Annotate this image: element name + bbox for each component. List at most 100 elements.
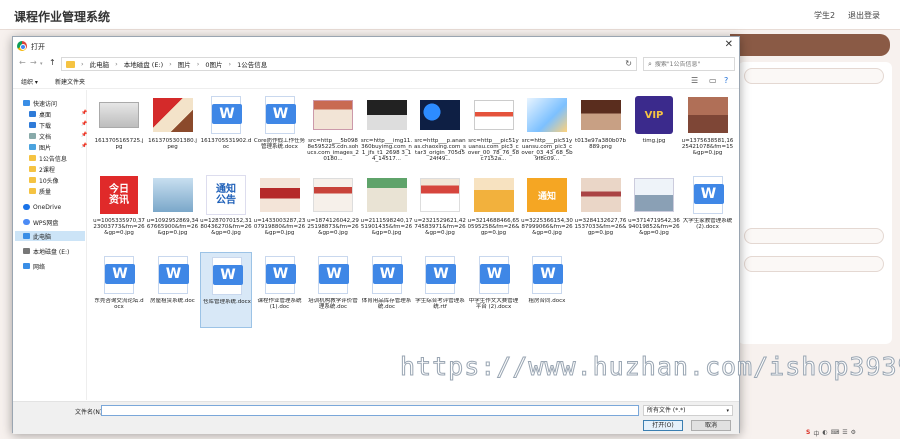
file-item[interactable]: 1613705301380.jpeg <box>147 92 199 168</box>
file-name: u=3714719542,3694019852&fm=26&gp=0.jpg <box>628 218 680 237</box>
sidebar-item-folder[interactable]: 2课程 <box>29 164 55 174</box>
sidebar-item-local-disk[interactable]: 本地磁盘 (E:) <box>23 246 69 256</box>
sidebar-item-wps[interactable]: WPS网盘 <box>23 217 58 227</box>
file-name: 1613705165725.jpg <box>94 138 144 151</box>
breadcrumb-item[interactable]: 0图片 <box>205 59 222 69</box>
folder-icon <box>29 155 36 161</box>
breadcrumb-item[interactable]: 此电脑 <box>90 59 110 69</box>
address-bar[interactable]: › 此电脑 › 本地磁盘 (E:) › 图片 › 0图片 › 1公告信息 ↻ <box>61 57 637 71</box>
app-title: 课程作业管理系统 <box>14 10 111 24</box>
sidebar-item-quick-access[interactable]: 快速访问 <box>23 98 57 108</box>
close-icon[interactable]: ✕ <box>725 39 733 50</box>
sidebar-item-onedrive[interactable]: OneDrive <box>23 202 61 212</box>
breadcrumb-item[interactable]: 1公告信息 <box>237 59 267 69</box>
image-thumbnail <box>259 174 301 216</box>
file-item[interactable]: u=3284132627,761537033&fm=26&gp=0.jpg <box>575 172 627 248</box>
breadcrumb-item[interactable]: 本地磁盘 (E:) <box>124 59 163 69</box>
back-arrow-icon[interactable]: ← <box>19 58 26 67</box>
file-item[interactable]: W Core防作假工作任务管理系统.docx <box>254 92 306 168</box>
sidebar-item-documents[interactable]: 文档 <box>29 131 51 141</box>
background-input[interactable] <box>744 68 884 84</box>
folder-icon <box>66 60 75 68</box>
cancel-button[interactable]: 取消 <box>691 420 731 431</box>
forward-arrow-icon[interactable]: → <box>30 58 37 67</box>
file-type-select[interactable]: 所有文件 (*.*) ▾ <box>643 405 733 416</box>
file-item[interactable]: src=http___pic51yuansu.com_pic3_cover_03… <box>521 92 573 168</box>
file-name: src=http___5b0988e595225.cdn.sohucs.com_… <box>307 138 359 163</box>
sidebar-item-network[interactable]: 网络 <box>23 261 45 271</box>
up-arrow-icon[interactable]: ↑ <box>49 58 56 67</box>
logout-link[interactable]: 退出登录 <box>848 10 880 21</box>
file-item[interactable]: W 学生综合考评管理系统.rtf <box>414 252 466 328</box>
file-name: src=http___pic51yuansu.com_pic3_cover_00… <box>467 138 520 163</box>
sidebar-item-downloads[interactable]: 下载 <box>29 120 51 130</box>
file-item[interactable]: u=1874126042,2925198873&fm=26&gp=0.jpg <box>307 172 359 248</box>
file-item[interactable]: 通知 公告 u=1287070152,3180436270&fm=26&gp=0.j… <box>200 172 252 248</box>
file-item[interactable]: W 租房合同.docx <box>521 252 573 328</box>
file-item[interactable]: W 仓库管理系统.docx <box>200 252 252 328</box>
sidebar-item-this-pc[interactable]: 此电脑 <box>15 231 85 241</box>
file-item[interactable]: u=3714719542,3694019852&fm=26&gp=0.jpg <box>628 172 680 248</box>
chrome-icon <box>17 41 27 51</box>
file-item[interactable]: 通知 u=3225366154,3087999066&fm=26&gp=0.jpg <box>521 172 573 248</box>
file-item[interactable]: src=http___5b0988e595225.cdn.sohucs.com_… <box>307 92 359 168</box>
background-input[interactable] <box>744 228 884 244</box>
file-item[interactable]: W 课程作业管理系统 (1).doc <box>254 252 306 328</box>
organize-button[interactable]: 组织 ▾ <box>21 77 38 86</box>
file-name: u=1375638581,1625421078&fm=15&gp=0.jpg <box>681 138 734 157</box>
file-item[interactable]: t013e97a380b07b889.png <box>575 92 627 168</box>
file-item[interactable]: VIP timg.jpg <box>628 92 680 168</box>
background-input[interactable] <box>744 256 884 272</box>
word-doc-icon: W <box>259 254 301 296</box>
file-item[interactable]: src=http___img11.360buyimg.com_n1_jfs_t1… <box>361 92 413 168</box>
user-name-link[interactable]: 学生2 <box>814 10 835 21</box>
file-name: t013e97a380b07b889.png <box>575 138 626 151</box>
file-item[interactable]: u=2111598240,1751901435&fm=26&gp=0.jpg <box>361 172 413 248</box>
pin-icon: 📌 <box>81 121 88 127</box>
file-item[interactable]: src=http___p.ananas.chaoxing.com_star3_o… <box>414 92 466 168</box>
breadcrumb-item[interactable]: 图片 <box>178 59 191 69</box>
file-item[interactable]: u=1375638581,1625421078&fm=15&gp=0.jpg <box>682 92 734 168</box>
file-item[interactable]: 1613705165725.jpg <box>93 92 145 168</box>
file-item[interactable]: 今日 资讯 u=1005335970,3723003773&fm=26&gp=0.j… <box>93 172 145 248</box>
file-name: 租房合同.docx <box>528 298 566 304</box>
tray-icon: ◐ <box>822 429 828 436</box>
file-item[interactable]: W 中学生作文大赛管理平台 (2).docx <box>468 252 520 328</box>
file-item[interactable]: W 东莞咨询交流论坛.docx <box>93 252 145 328</box>
sidebar-item-desktop[interactable]: 桌面 <box>29 109 51 119</box>
file-item[interactable]: u=1433003287,2307919880&fm=26&gp=0.jpg <box>254 172 306 248</box>
sidebar-item-folder[interactable]: 质量 <box>29 186 51 196</box>
filename-input[interactable] <box>101 405 639 416</box>
file-item[interactable]: u=2321529621,4274583971&fm=26&gp=0.jpg <box>414 172 466 248</box>
image-thumbnail <box>687 94 729 136</box>
view-options-icon[interactable]: ☰ <box>691 76 698 85</box>
refresh-icon[interactable]: ↻ <box>625 59 632 68</box>
file-name: u=2321529621,4274583971&fm=26&gp=0.jpg <box>414 218 466 237</box>
new-folder-button[interactable]: 新建文件夹 <box>55 77 85 86</box>
search-box[interactable]: ⌕ <box>643 57 735 71</box>
file-item[interactable]: W 培训机构教学评价管理系统.doc <box>307 252 359 328</box>
open-button[interactable]: 打开(O) <box>643 420 683 431</box>
search-input[interactable] <box>654 60 734 68</box>
folder-icon <box>29 177 36 183</box>
file-name: u=1287070152,3180436270&fm=26&gp=0.jpg <box>200 218 252 237</box>
sidebar-item-folder[interactable]: 10头像 <box>29 175 59 185</box>
navigation-bar: ← → ▾ ↑ › 此电脑 › 本地磁盘 (E:) › 图片 › 0图片 › 1… <box>13 55 739 73</box>
file-item[interactable]: u=3214688466,650595258&fm=26&gp=0.jpg <box>468 172 520 248</box>
file-item[interactable]: u=1092952869,3467665900&fm=26&gp=0.jpg <box>147 172 199 248</box>
file-item[interactable]: W 大学生家教管理系统 (2).docx <box>682 172 734 248</box>
file-item[interactable]: W 房屋租赁系统.doc <box>147 252 199 328</box>
file-item[interactable]: W 1613705531902.doc <box>200 92 252 168</box>
page-banner <box>730 34 890 56</box>
sidebar-item-folder[interactable]: 1公告信息 <box>29 153 67 163</box>
search-icon: ⌕ <box>648 59 652 68</box>
sidebar-item-pictures[interactable]: 图片 <box>29 142 51 152</box>
recent-dropdown-icon[interactable]: ▾ <box>40 61 43 67</box>
word-doc-icon: W <box>526 254 568 296</box>
file-name: 体育用品库存管理系统.doc <box>361 298 412 311</box>
file-name: u=1433003287,2307919880&fm=26&gp=0.jpg <box>253 218 306 237</box>
file-item[interactable]: src=http___pic51yuansu.com_pic3_cover_00… <box>468 92 520 168</box>
file-item[interactable]: W 体育用品库存管理系统.doc <box>361 252 413 328</box>
help-icon[interactable]: ? <box>724 76 728 85</box>
preview-pane-icon[interactable]: ▭ <box>709 76 717 85</box>
